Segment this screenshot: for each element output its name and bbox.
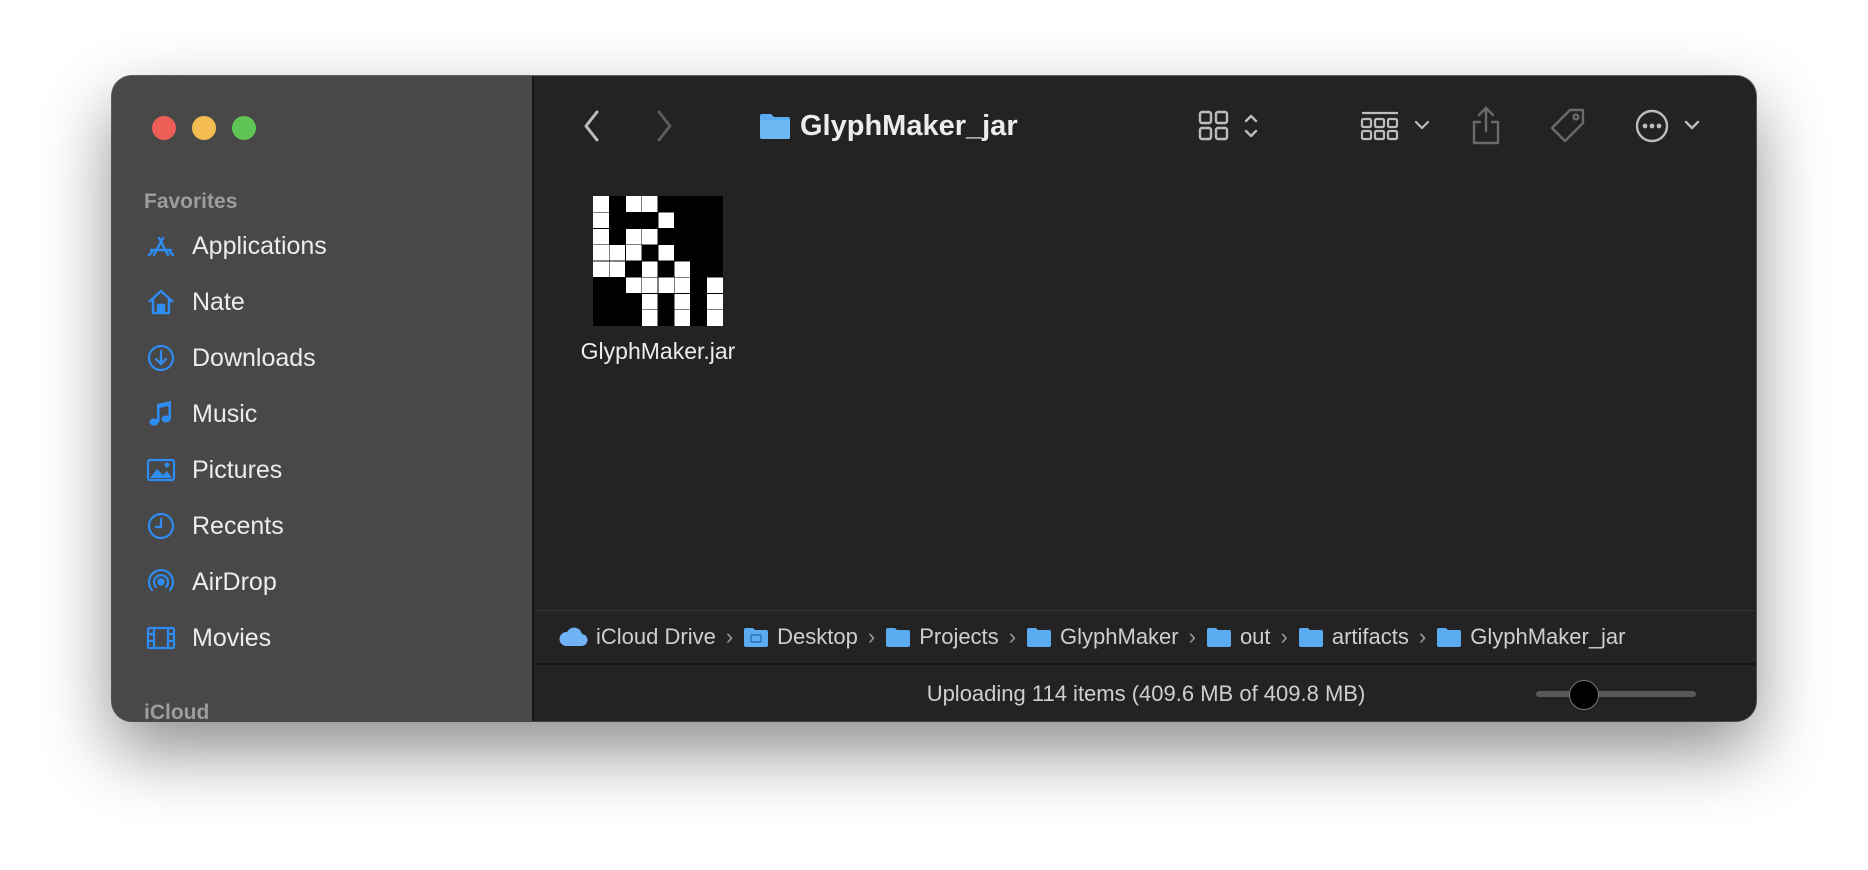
sidebar-item-label: Nate: [192, 287, 245, 316]
icloud-header: iCloud: [144, 701, 210, 721]
favorites-header: Favorites: [144, 190, 238, 213]
share-icon: [1472, 106, 1500, 145]
tag-icon: [1550, 108, 1585, 143]
path-item-icloud-drive[interactable]: iCloud Drive: [558, 624, 716, 650]
folder-icon: [1206, 628, 1231, 647]
path-item-label: artifacts: [1331, 624, 1409, 649]
toolbar: GlyphMaker_jar: [536, 76, 1756, 176]
path-item-label: GlyphMaker_jar: [1470, 624, 1626, 649]
status-bar: Uploading 114 items (409.6 MB of 409.8 M…: [536, 665, 1756, 721]
jar-file-icon: [593, 196, 723, 326]
zoom-button[interactable]: [232, 116, 256, 140]
sidebar: Favorites Applications Nate Downloads Mu…: [112, 76, 534, 721]
downloads-icon: [144, 341, 178, 375]
minimize-button[interactable]: [192, 116, 216, 140]
sidebar-item-label: Applications: [192, 231, 327, 260]
tag-button[interactable]: [1546, 104, 1590, 148]
path-item-label: Projects: [919, 624, 999, 649]
sidebar-item-label: Movies: [192, 623, 272, 652]
movies-icon: [144, 621, 178, 655]
forward-button[interactable]: [646, 106, 682, 146]
sidebar-item-downloads[interactable]: Downloads: [144, 334, 504, 382]
folder-icon: [886, 628, 911, 647]
icon-grid-view-icon: [1198, 110, 1258, 141]
sidebar-item-label: Music: [192, 399, 258, 428]
path-item-label: Desktop: [777, 624, 858, 649]
finder-window: Favorites Applications Nate Downloads Mu…: [112, 76, 1756, 721]
sidebar-item-airdrop[interactable]: AirDrop: [144, 558, 504, 606]
path-separator-icon: ›: [1418, 624, 1427, 649]
folder-icon: [760, 114, 790, 139]
sidebar-item-label: AirDrop: [192, 567, 277, 596]
group-by-icon: [1360, 111, 1430, 141]
path-separator-icon: ›: [867, 624, 876, 649]
path-item-artifacts[interactable]: artifacts: [1298, 624, 1409, 650]
pictures-icon: [144, 453, 178, 487]
sidebar-item-label: Downloads: [192, 343, 316, 372]
recents-icon: [144, 509, 178, 543]
window-title-text: GlyphMaker_jar: [800, 109, 1018, 142]
more-actions-button[interactable]: [1634, 104, 1706, 148]
path-item-glyphmaker-jar[interactable]: GlyphMaker_jar: [1436, 624, 1626, 650]
folder-icon: [1437, 628, 1462, 647]
folder-icon: [1027, 628, 1052, 647]
path-item-glyphmaker[interactable]: GlyphMaker: [1026, 624, 1179, 650]
file-name: GlyphMaker.jar: [580, 338, 736, 364]
window-title: GlyphMaker_jar: [758, 104, 1018, 148]
chevron-left-icon: [584, 110, 599, 142]
sidebar-item-label: Recents: [192, 511, 284, 540]
path-item-out[interactable]: out: [1206, 624, 1271, 650]
path-separator-icon: ›: [725, 624, 734, 649]
sidebar-item-pictures[interactable]: Pictures: [144, 446, 504, 494]
icon-size-slider-thumb[interactable]: [1569, 680, 1599, 710]
sidebar-item-movies[interactable]: Movies: [144, 614, 504, 662]
share-button[interactable]: [1466, 102, 1506, 150]
icloud-icon: [559, 627, 588, 647]
path-separator-icon: ›: [1280, 624, 1288, 649]
sidebar-item-recents[interactable]: Recents: [144, 502, 504, 550]
path-item-label: GlyphMaker: [1060, 624, 1179, 649]
airdrop-icon: [144, 565, 178, 599]
view-mode-button[interactable]: [1196, 104, 1276, 148]
icon-size-slider[interactable]: [1536, 691, 1696, 697]
path-item-projects[interactable]: Projects: [885, 624, 999, 650]
sidebar-item-applications[interactable]: Applications: [144, 222, 504, 270]
close-button[interactable]: [152, 116, 176, 140]
path-item-label: iCloud Drive: [596, 624, 716, 649]
home-icon: [144, 285, 178, 319]
applications-icon: [144, 229, 178, 263]
path-separator-icon: ›: [1188, 624, 1196, 649]
path-item-label: out: [1239, 624, 1271, 649]
path-separator-icon: ›: [1008, 624, 1017, 649]
sidebar-item-nate[interactable]: Nate: [144, 278, 504, 326]
path-bar: iCloud Drive › Desktop › Projects › Glyp…: [536, 610, 1756, 665]
folder-icon: [1298, 628, 1323, 647]
chevron-right-icon: [657, 110, 672, 142]
desktop-folder-icon: [744, 628, 769, 647]
group-by-button[interactable]: [1358, 104, 1434, 148]
back-button[interactable]: [574, 106, 610, 146]
sidebar-item-label: Pictures: [192, 455, 283, 484]
sidebar-item-music[interactable]: Music: [144, 390, 504, 438]
content-area: GlyphMaker_jar GlyphMaker.jar iCloud Dri…: [536, 76, 1756, 721]
ellipsis-circle-icon: [1635, 109, 1700, 143]
music-icon: [144, 397, 178, 431]
path-item-desktop[interactable]: Desktop: [743, 624, 858, 650]
file-item[interactable]: GlyphMaker.jar: [568, 196, 748, 365]
